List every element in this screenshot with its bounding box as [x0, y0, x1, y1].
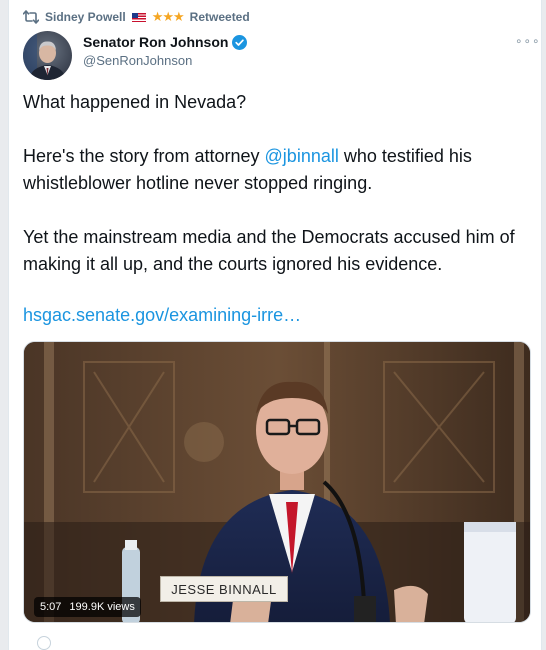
retweeted-label: Retweeted — [189, 10, 250, 24]
stars: ★★★ — [151, 9, 185, 24]
retweeter-name[interactable]: Sidney Powell — [45, 10, 126, 24]
tweet-text: What happened in Nevada? Here's the stor… — [23, 89, 523, 278]
video-player[interactable]: JESSE BINNALL 5:07 199.9K views — [23, 341, 531, 623]
author-handle[interactable]: @SenRonJohnson — [83, 53, 192, 68]
video-views: 199.9K views — [69, 601, 135, 613]
tweet-paragraph-2: Here's the story from attorney @jbinnall… — [23, 143, 523, 197]
mention-link[interactable]: @jbinnall — [265, 146, 339, 166]
tweet-card[interactable]: Sidney Powell ★★★ Retweeted Senator Ron … — [8, 0, 542, 650]
retweet-context: Sidney Powell ★★★ Retweeted — [23, 8, 250, 26]
author-name-line: Senator Ron Johnson — [83, 34, 248, 50]
more-options-icon[interactable]: ∘∘∘ — [515, 34, 541, 48]
retweet-icon — [23, 10, 39, 24]
external-link[interactable]: hsgac.senate.gov/examining-irre… — [23, 305, 301, 326]
author-name[interactable]: Senator Ron Johnson — [83, 34, 228, 50]
tweet-line-1: What happened in Nevada? — [23, 92, 247, 112]
verified-badge-icon — [232, 34, 248, 50]
tweet-paragraph-3: Yet the mainstream media and the Democra… — [23, 227, 515, 274]
reply-icon[interactable] — [37, 636, 51, 650]
video-nameplate: JESSE BINNALL — [160, 576, 288, 602]
us-flag-icon — [131, 12, 146, 22]
avatar[interactable] — [23, 31, 72, 80]
video-stats-overlay: 5:07 199.9K views — [34, 597, 141, 617]
tweet-paragraph-2-start: Here's the story from attorney — [23, 146, 265, 166]
video-duration: 5:07 — [40, 601, 62, 613]
